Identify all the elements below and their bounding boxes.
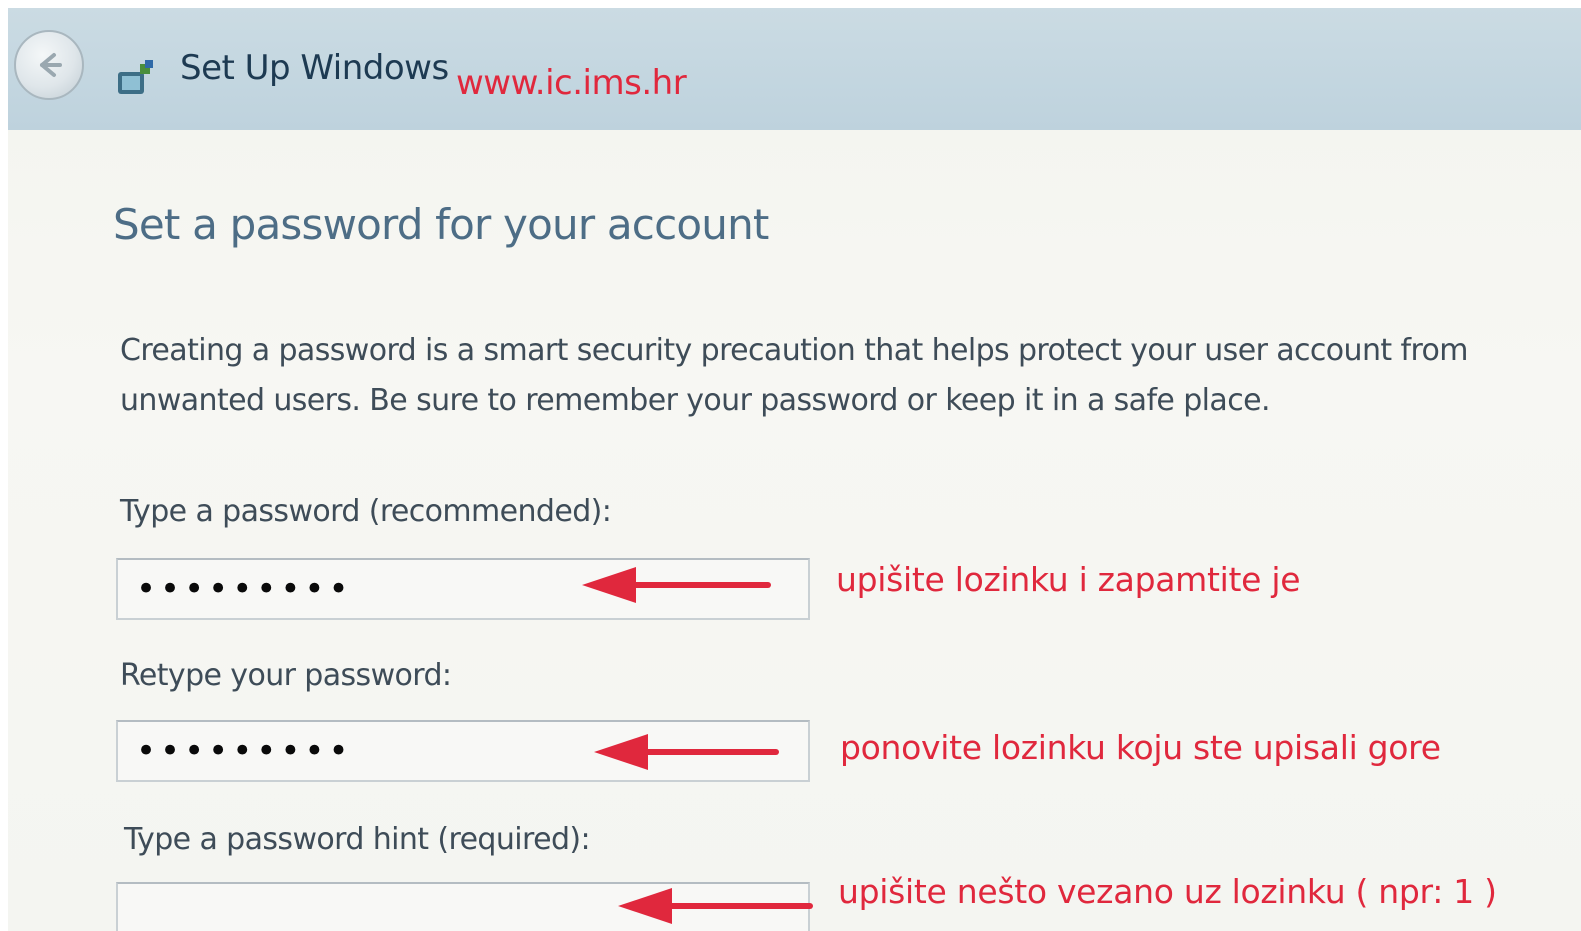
windows-setup-icon <box>118 60 153 94</box>
retype-arrow-icon <box>594 734 779 770</box>
password-label: Type a password (recommended): <box>120 494 612 529</box>
page-heading: Set a password for your account <box>113 200 769 249</box>
hint-label: Type a password hint (required): <box>124 822 591 857</box>
setup-window: Set Up Windows www.ic.ims.hr Set a passw… <box>8 8 1581 931</box>
retype-label: Retype your password: <box>120 658 452 693</box>
back-arrow-icon <box>40 53 62 77</box>
hint-arrow-icon <box>618 888 813 924</box>
screenshot-frame: Set Up Windows www.ic.ims.hr Set a passw… <box>0 0 1581 931</box>
back-button[interactable] <box>14 30 84 100</box>
title-bar: Set Up Windows www.ic.ims.hr <box>8 8 1581 130</box>
setup-content: Set a password for your account Creating… <box>8 130 1581 931</box>
password-arrow-icon <box>582 567 771 603</box>
hint-annotation: upišite nešto vezano uz lozinku ( npr: 1… <box>838 872 1497 911</box>
watermark-url: www.ic.ims.hr <box>456 63 687 103</box>
retype-annotation: ponovite lozinku koju ste upisali gore <box>840 728 1441 767</box>
window-title: Set Up Windows <box>180 48 449 88</box>
password-annotation: upišite lozinku i zapamtite je <box>836 560 1301 599</box>
intro-text: Creating a password is a smart security … <box>120 333 1469 418</box>
